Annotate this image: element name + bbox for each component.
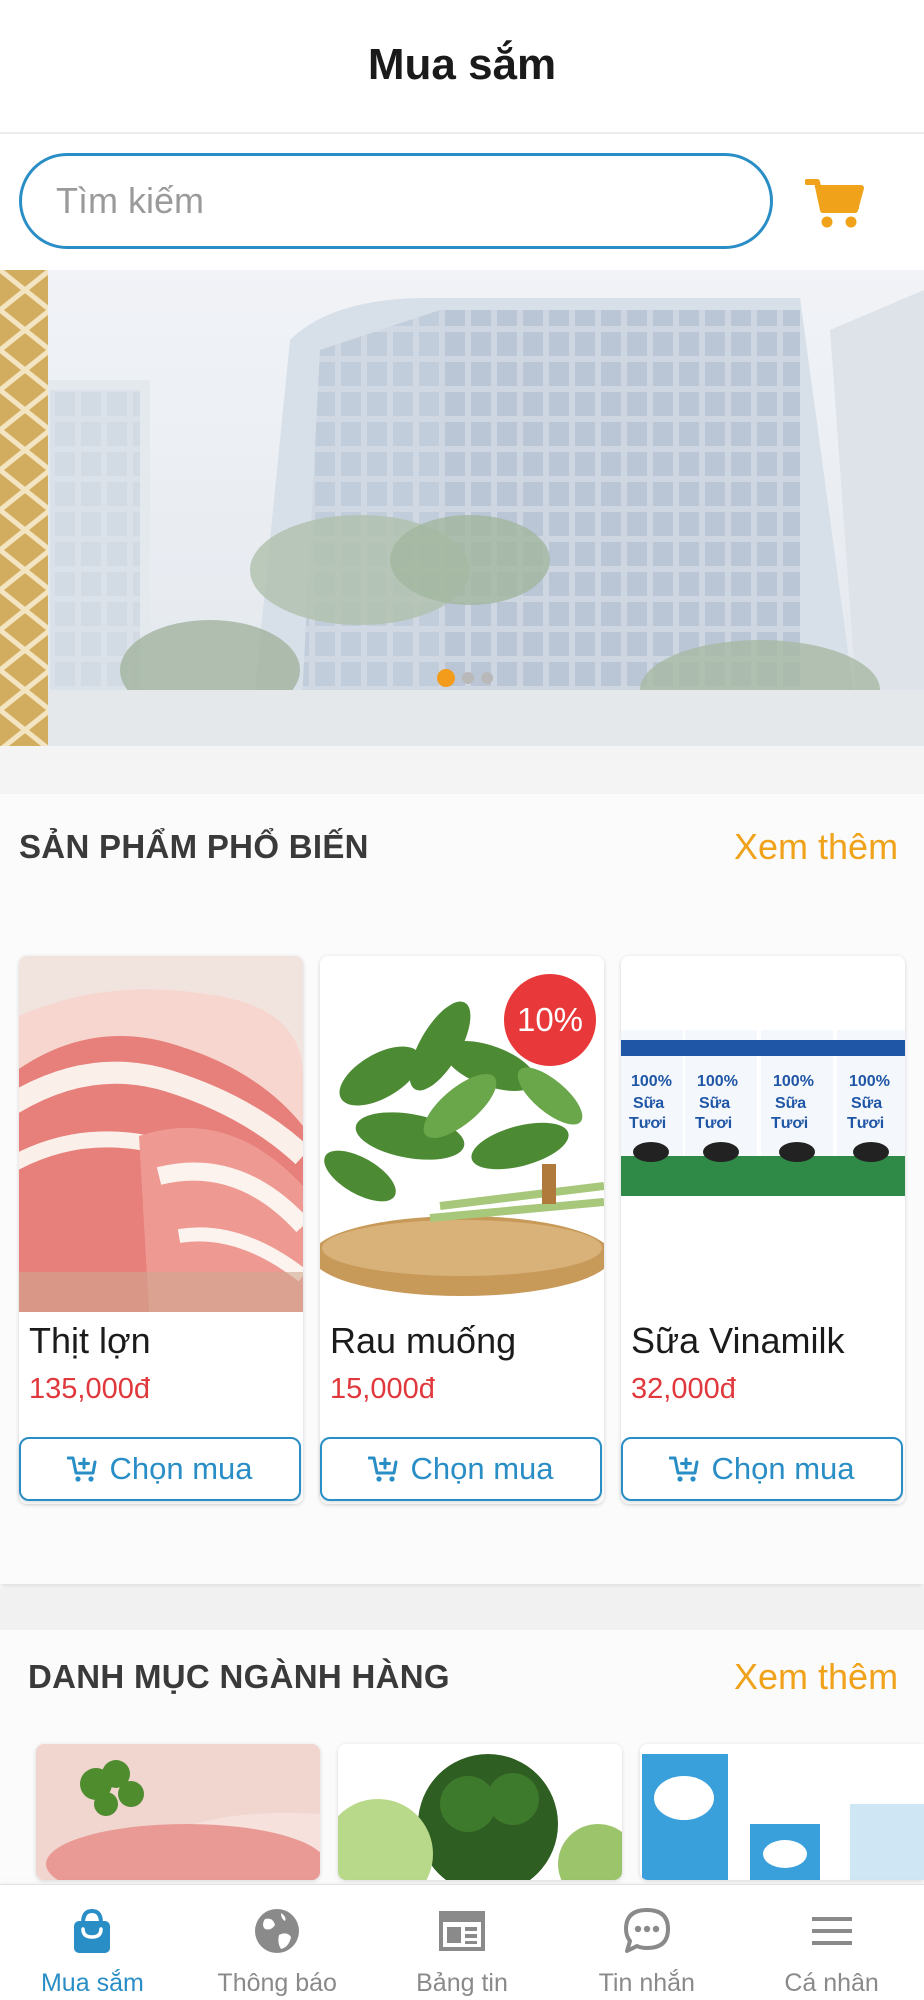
buy-button-label: Chọn mua xyxy=(711,1451,855,1486)
nav-item-newsfeed[interactable]: Bảng tin xyxy=(370,1885,555,2000)
svg-text:100%: 100% xyxy=(631,1073,672,1090)
product-card[interactable] xyxy=(19,956,303,1504)
svg-text:Sữa: Sữa xyxy=(699,1095,730,1112)
svg-text:100%: 100% xyxy=(849,1073,890,1090)
section-divider xyxy=(0,1588,924,1630)
svg-text:Tươi: Tươi xyxy=(771,1115,808,1132)
svg-text:Tươi: Tươi xyxy=(847,1115,884,1132)
nav-label: Bảng tin xyxy=(416,1969,508,1997)
page-title: Mua sắm xyxy=(367,40,557,89)
product-image-milk: 100% 100% 100% 100% Sữa Sữa Sữa Sữa Tươi Tươi Tư… xyxy=(621,956,905,1312)
nav-item-notifications[interactable]: Thông báo xyxy=(185,1885,370,2000)
category-section: DANH MỤC NGÀNH HÀNG Xem thêm xyxy=(0,1630,924,1880)
search-input[interactable] xyxy=(56,156,736,246)
add-to-cart-icon xyxy=(67,1456,97,1482)
nav-item-shopping[interactable]: Mua sắm xyxy=(0,1885,185,2000)
category-card-dairy[interactable] xyxy=(640,1744,924,1880)
product-price: 15,000đ xyxy=(330,1373,435,1405)
chat-bubble-icon xyxy=(623,1908,670,1953)
menu-icon xyxy=(811,1917,852,1945)
svg-text:Tươi: Tươi xyxy=(695,1115,732,1132)
product-name: Sữa Vinamilk xyxy=(631,1320,845,1361)
product-price: 135,000đ xyxy=(29,1373,150,1405)
category-image-dairy xyxy=(640,1744,924,1880)
nav-item-profile[interactable]: Cá nhân xyxy=(739,1885,924,2000)
buy-button-label: Chọn mua xyxy=(109,1451,253,1486)
product-card[interactable]: 100% 100% 100% 100% Sữa Sữa Sữa Sữa Tươi Tươi Tư… xyxy=(621,956,905,1504)
promo-banner-carousel[interactable] xyxy=(0,270,924,746)
buy-button[interactable]: Chọn mua xyxy=(19,1437,301,1501)
nav-item-messages[interactable]: Tin nhắn xyxy=(554,1885,739,2000)
nav-label: Cá nhân xyxy=(784,1969,879,1997)
svg-text:Sữa: Sữa xyxy=(775,1095,806,1112)
nav-label: Mua sắm xyxy=(40,1969,144,1997)
section-divider xyxy=(0,746,924,794)
svg-text:100%: 100% xyxy=(773,1073,814,1090)
buy-button-label: Chọn mua xyxy=(410,1451,554,1486)
category-card-meat[interactable] xyxy=(36,1744,320,1880)
svg-text:Sữa: Sữa xyxy=(851,1095,882,1112)
category-image-meat xyxy=(36,1744,320,1880)
section-title-popular: SẢN PHẨM PHỔ BIẾN xyxy=(19,828,369,865)
product-name: Rau muống xyxy=(330,1320,517,1361)
shopping-cart-icon xyxy=(804,179,864,228)
product-price: 32,000đ xyxy=(631,1373,736,1405)
see-more-link-categories[interactable]: Xem thêm xyxy=(734,1656,898,1698)
svg-text:Tươi: Tươi xyxy=(629,1115,666,1132)
newspaper-icon xyxy=(438,1911,485,1951)
app-header: Mua sắm xyxy=(0,0,924,134)
carousel-dot[interactable] xyxy=(481,672,493,684)
cart-button[interactable] xyxy=(804,176,865,232)
add-to-cart-icon xyxy=(669,1456,699,1482)
product-image-pork xyxy=(19,956,303,1312)
nav-label: Thông báo xyxy=(217,1969,337,1997)
see-more-link-popular[interactable]: Xem thêm xyxy=(734,826,898,868)
svg-text:Sữa: Sữa xyxy=(633,1095,664,1112)
carousel-indicators xyxy=(0,666,924,690)
product-name: Thịt lợn xyxy=(29,1320,151,1361)
globe-icon xyxy=(255,1909,300,1953)
search-bar-row xyxy=(0,136,924,268)
svg-text:100%: 100% xyxy=(697,1073,738,1090)
add-to-cart-icon xyxy=(368,1456,398,1482)
shopping-bag-icon xyxy=(74,1908,111,1953)
category-image-vegetables xyxy=(338,1744,622,1880)
search-box[interactable] xyxy=(19,153,773,249)
section-title-categories: DANH MỤC NGÀNH HÀNG xyxy=(28,1658,450,1695)
carousel-dot-active[interactable] xyxy=(437,669,455,687)
bottom-navigation: Mua sắm Thông báo Bảng tin Tin nhắn Cá n… xyxy=(0,1884,924,2000)
buy-button[interactable]: Chọn mua xyxy=(320,1437,602,1501)
category-card-vegetables[interactable] xyxy=(338,1744,622,1880)
carousel-dot[interactable] xyxy=(462,672,474,684)
buy-button[interactable]: Chọn mua xyxy=(621,1437,903,1501)
nav-label: Tin nhắn xyxy=(598,1969,695,1997)
discount-badge: 10% xyxy=(504,974,596,1066)
